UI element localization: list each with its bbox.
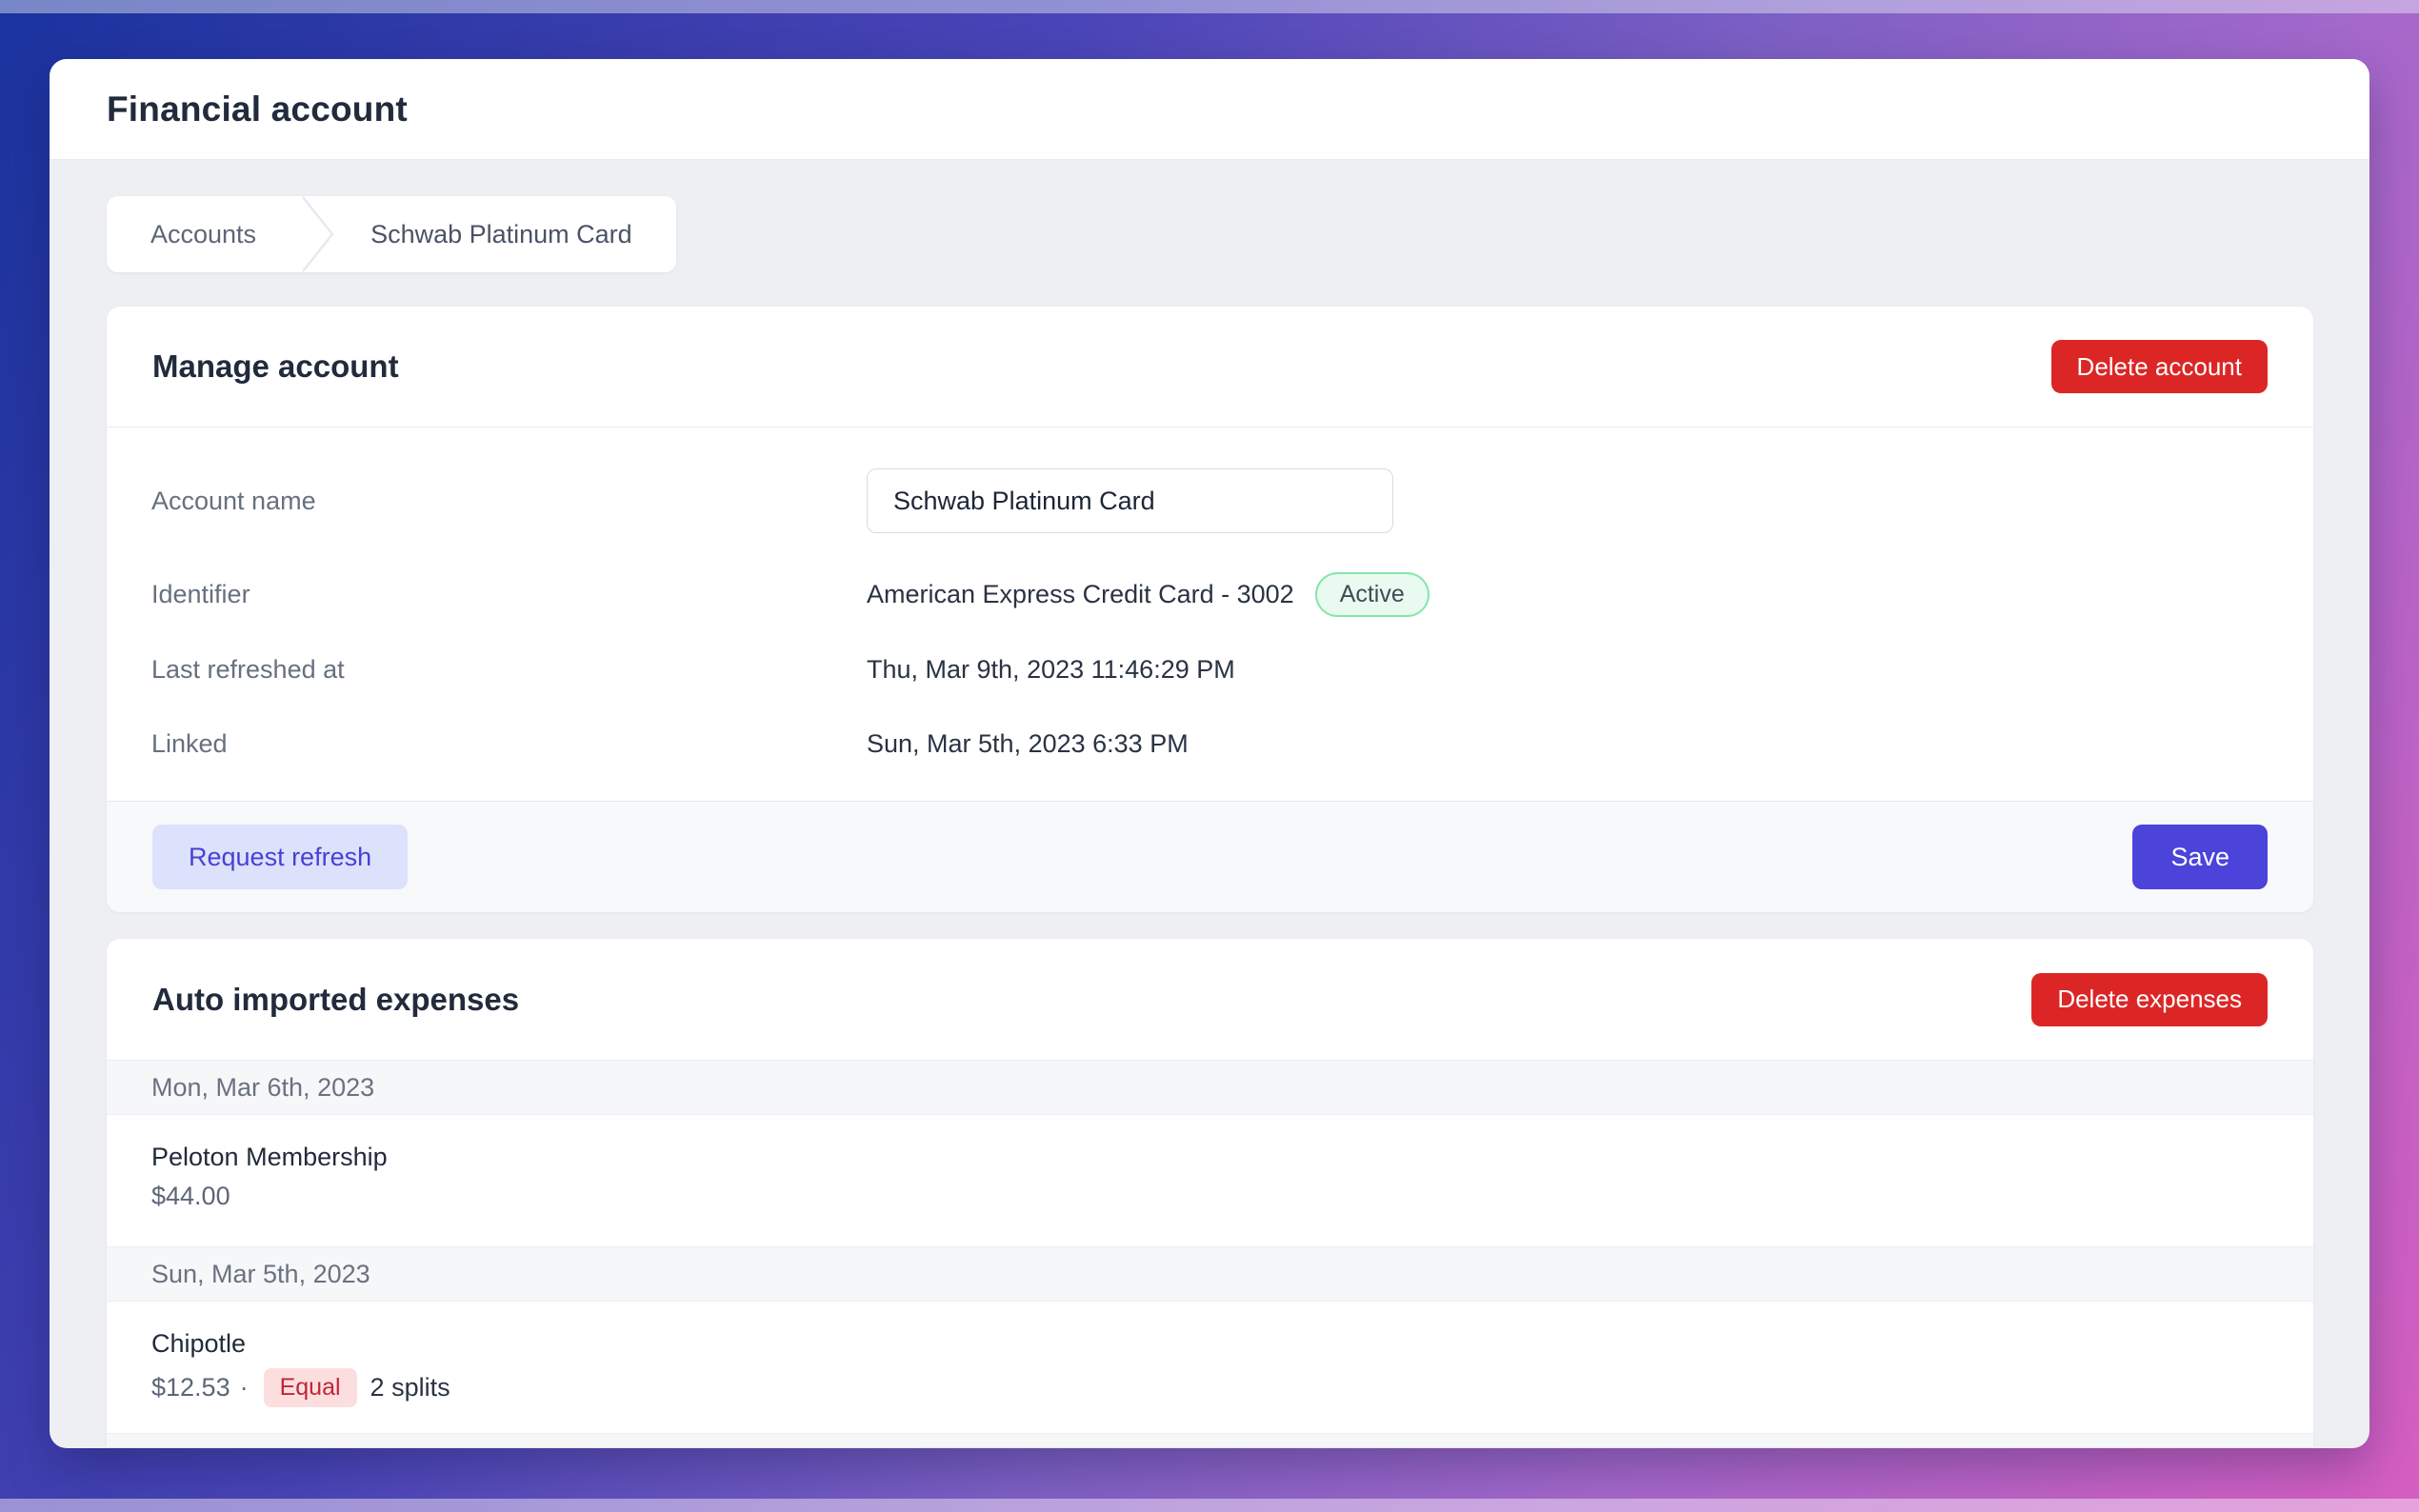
account-name-label: Account name: [151, 487, 867, 516]
manage-account-header: Manage account Delete account: [107, 307, 2313, 428]
expense-name: Peloton Membership: [151, 1143, 2269, 1172]
auto-imported-expenses-card: Auto imported expenses Delete expenses M…: [107, 939, 2313, 1447]
linked-value: Sun, Mar 5th, 2023 6:33 PM: [867, 729, 2268, 759]
manage-account-footer: Request refresh Save: [107, 801, 2313, 912]
form-row-last-refreshed: Last refreshed at Thu, Mar 9th, 2023 11:…: [151, 647, 2268, 692]
chevron-right-icon: [300, 196, 336, 272]
manage-account-title: Manage account: [152, 348, 399, 385]
last-refreshed-label: Last refreshed at: [151, 655, 867, 685]
expenses-title: Auto imported expenses: [152, 982, 519, 1018]
breadcrumb: Accounts Schwab Platinum Card: [107, 196, 676, 272]
identifier-value: American Express Credit Card - 3002: [867, 580, 1294, 609]
dot-separator: ·: [240, 1373, 249, 1403]
breadcrumb-item-current-account[interactable]: Schwab Platinum Card: [336, 196, 676, 272]
panel-header: Financial account: [50, 59, 2369, 160]
form-row-linked: Linked Sun, Mar 5th, 2023 6:33 PM: [151, 721, 2268, 766]
expense-date-header: Sun, Mar 5th, 2023: [107, 1247, 2313, 1302]
expense-date-header: Mon, Mar 6th, 2023: [107, 1061, 2313, 1115]
save-button[interactable]: Save: [2132, 825, 2268, 889]
split-type-badge: Equal: [264, 1368, 357, 1407]
linked-label: Linked: [151, 729, 867, 759]
delete-account-button[interactable]: Delete account: [2051, 340, 2268, 393]
expenses-header: Auto imported expenses Delete expenses: [107, 939, 2313, 1061]
status-badge-active: Active: [1315, 572, 1429, 617]
last-refreshed-value: Thu, Mar 9th, 2023 11:46:29 PM: [867, 655, 2268, 685]
expense-name: Chipotle: [151, 1329, 2269, 1359]
desktop-edge-glow-bottom: [0, 1499, 2419, 1512]
expense-amount: $44.00: [151, 1182, 230, 1211]
financial-account-panel: Financial account Accounts Schwab Platin…: [50, 59, 2369, 1448]
next-row-clipped: [107, 1434, 2313, 1447]
expense-amount: $12.53: [151, 1373, 230, 1403]
identifier-label: Identifier: [151, 580, 867, 609]
delete-expenses-button[interactable]: Delete expenses: [2031, 973, 2268, 1026]
split-count: 2 splits: [370, 1373, 450, 1403]
desktop-edge-glow-top: [0, 0, 2419, 13]
expense-list-item-chipotle[interactable]: Chipotle $12.53 · Equal 2 splits: [107, 1302, 2313, 1434]
page-title: Financial account: [107, 90, 408, 129]
account-name-input[interactable]: [867, 468, 1393, 533]
breadcrumb-item-accounts[interactable]: Accounts: [107, 196, 300, 272]
form-row-identifier: Identifier American Express Credit Card …: [151, 571, 2268, 617]
manage-account-form: Account name Identifier American Express…: [107, 428, 2313, 801]
expense-list-item-peloton[interactable]: Peloton Membership $44.00: [107, 1115, 2313, 1247]
panel-body: Accounts Schwab Platinum Card Manage acc…: [50, 160, 2369, 1447]
manage-account-card: Manage account Delete account Account na…: [107, 307, 2313, 912]
request-refresh-button[interactable]: Request refresh: [152, 825, 408, 889]
form-row-account-name: Account name: [151, 468, 2268, 533]
